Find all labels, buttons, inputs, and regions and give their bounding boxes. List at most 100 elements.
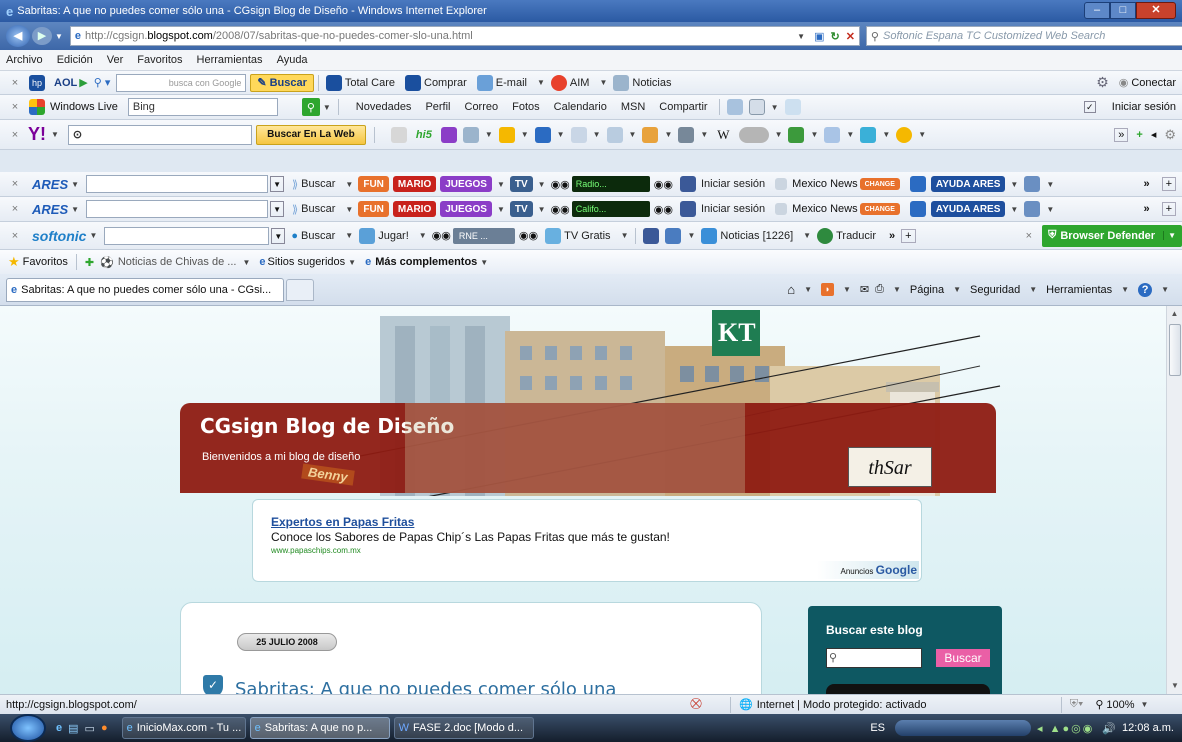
ares-fun-button[interactable]: FUN (358, 176, 389, 192)
vertical-scrollbar[interactable]: ▲ ▼ (1166, 306, 1182, 694)
softonic-traducir[interactable]: Traducir (836, 230, 876, 242)
ares-brand[interactable]: ARES (32, 202, 68, 217)
more-icon[interactable]: » (1143, 203, 1149, 215)
home-icon[interactable]: ⌂ (787, 282, 795, 297)
share-icon[interactable] (726, 99, 743, 115)
wl-calendario[interactable]: Calendario (554, 101, 607, 113)
ayuda-ares-button[interactable]: AYUDA ARES (930, 201, 1006, 217)
app-icon[interactable] (1024, 201, 1041, 217)
softonic-noticias[interactable]: Noticias [1226] (720, 230, 793, 242)
add-icon[interactable]: + (1161, 202, 1176, 216)
new-tab-button[interactable] (286, 278, 314, 301)
minimize-button[interactable]: – (1084, 2, 1110, 19)
link-icon[interactable] (606, 126, 623, 143)
ares-radio-select[interactable]: Califo... (571, 201, 650, 217)
calendar-icon[interactable] (678, 126, 695, 143)
print-icon[interactable]: ⎙ (875, 283, 884, 296)
scroll-thumb[interactable] (1169, 324, 1181, 376)
yahoo-logo-icon[interactable]: Y! (28, 124, 46, 145)
menu-edicion[interactable]: Edición (57, 54, 93, 66)
aol-aim[interactable]: AIM (570, 77, 590, 89)
ares-buscar[interactable]: Buscar (301, 178, 335, 190)
star-icon[interactable] (498, 126, 515, 143)
softonic-brand[interactable]: softonic (32, 228, 86, 244)
protected-mode-icon[interactable]: ⛨▾ (1070, 698, 1084, 711)
ares-mario-button[interactable]: MARIO (392, 176, 437, 192)
add-icon[interactable]: + (1161, 177, 1176, 191)
mail-icon[interactable] (390, 126, 407, 143)
radio-controls-icon[interactable]: ◉◉ (551, 178, 570, 191)
wl-signin[interactable]: Iniciar sesión (1112, 101, 1176, 113)
ad-attribution[interactable]: Anuncios Google (816, 561, 919, 579)
compat-view-icon[interactable]: ▣ (814, 30, 824, 43)
dropdown-icon[interactable]: ▼ (1163, 231, 1176, 240)
more-icon[interactable]: » (1143, 178, 1149, 190)
dropdown-icon[interactable]: ▼ (271, 227, 286, 244)
close-defender-icon[interactable]: × (1026, 230, 1032, 242)
clock[interactable]: 12:08 a.m. (1122, 722, 1174, 734)
radio-controls-icon[interactable]: ◉◉ (432, 229, 451, 242)
close-toolbar-icon[interactable]: × (8, 203, 22, 215)
ares-fun-button[interactable]: FUN (358, 201, 389, 217)
w-icon[interactable]: W (717, 127, 729, 143)
social-icon[interactable] (665, 227, 682, 244)
ares-signin[interactable]: Iniciar sesión (701, 203, 765, 215)
smiley-icon[interactable] (896, 126, 913, 143)
add-icon[interactable]: + (1136, 129, 1142, 141)
more-icon[interactable]: » (889, 230, 895, 242)
scroll-up-icon[interactable]: ▲ (1167, 306, 1182, 322)
envelope-icon[interactable] (824, 126, 841, 143)
radio-controls-icon[interactable]: ◉◉ (654, 203, 673, 216)
ares-juegos-button[interactable]: JUEGOS (440, 176, 492, 192)
post-title[interactable]: Sabritas: A que no puedes comer sólo una (235, 679, 616, 694)
back-button[interactable]: ◀ (6, 25, 30, 47)
refresh-icon[interactable]: ↻ (830, 30, 839, 43)
scroll-down-icon[interactable]: ▼ (1167, 678, 1182, 694)
close-toolbar-icon[interactable]: × (8, 77, 22, 89)
ayuda-ares-button[interactable]: AYUDA ARES (930, 176, 1006, 192)
menu-ayuda[interactable]: Ayuda (277, 54, 308, 66)
web-search-input[interactable]: ⚲ Softonic Espana TC Customized Web Sear… (865, 26, 1182, 46)
yahoo-search-button[interactable]: Buscar En La Web (255, 124, 366, 145)
ad-title[interactable]: Expertos en Papas Fritas (271, 515, 414, 529)
aol-noticias[interactable]: Noticias (632, 77, 671, 89)
aol-total-care[interactable]: Total Care (345, 77, 395, 89)
radio-controls-icon[interactable]: ◉◉ (519, 229, 538, 242)
browser-defender-button[interactable]: ⛨ Browser Defender ▼ (1042, 224, 1182, 247)
history-dropdown-icon[interactable]: ▼ (55, 32, 63, 41)
dropdown-icon[interactable]: ▼ (270, 201, 285, 217)
taskbar-item-iniciomax[interactable]: e InicioMax.com - Tu ... (121, 717, 246, 739)
radio-controls-icon[interactable]: ◉◉ (551, 203, 570, 216)
close-button[interactable]: ✕ (1136, 2, 1176, 19)
ares-search-input[interactable] (86, 200, 269, 218)
wl-correo[interactable]: Correo (465, 101, 499, 113)
ie-quicklaunch-icon[interactable]: e (56, 722, 62, 734)
blog-search-input[interactable]: ⚲ (826, 648, 922, 668)
window-icon[interactable] (748, 99, 765, 115)
herramientas-menu[interactable]: Herramientas (1046, 284, 1112, 296)
ares-search-input[interactable] (86, 175, 269, 193)
softonic-buscar[interactable]: Buscar (301, 230, 335, 242)
close-toolbar-icon[interactable]: × (8, 129, 22, 141)
wl-novedades[interactable]: Novedades (356, 101, 412, 113)
wl-perfil[interactable]: Perfil (425, 101, 450, 113)
game-icon[interactable] (788, 126, 805, 143)
puzzle-icon[interactable] (860, 126, 877, 143)
gear-icon[interactable]: ⚙ (1096, 74, 1109, 91)
address-field[interactable]: e http://cgsign. blogspot.com/2008/07/sab… (69, 26, 860, 46)
more-icon[interactable]: » (1114, 127, 1129, 142)
firefox-quicklaunch-icon[interactable]: ● (101, 722, 108, 734)
photo-icon[interactable] (642, 126, 659, 143)
wl-msn[interactable]: MSN (621, 101, 645, 113)
help-icon[interactable]: ? (1138, 282, 1153, 297)
collapse-icon[interactable]: ◂ (1151, 128, 1157, 141)
softonic-jugar[interactable]: Jugar! (378, 230, 409, 242)
close-toolbar-icon[interactable]: × (8, 230, 22, 242)
mail-icon[interactable]: ✉ (860, 283, 869, 296)
aol-conectar[interactable]: Conectar (1131, 77, 1176, 89)
menu-favoritos[interactable]: Favoritos (137, 54, 182, 66)
wl-search-button[interactable]: ⚲ (301, 98, 320, 116)
media-player-mini[interactable] (895, 720, 1031, 736)
aol-email[interactable]: E-mail (496, 77, 527, 89)
softonic-search-input[interactable] (104, 226, 270, 245)
